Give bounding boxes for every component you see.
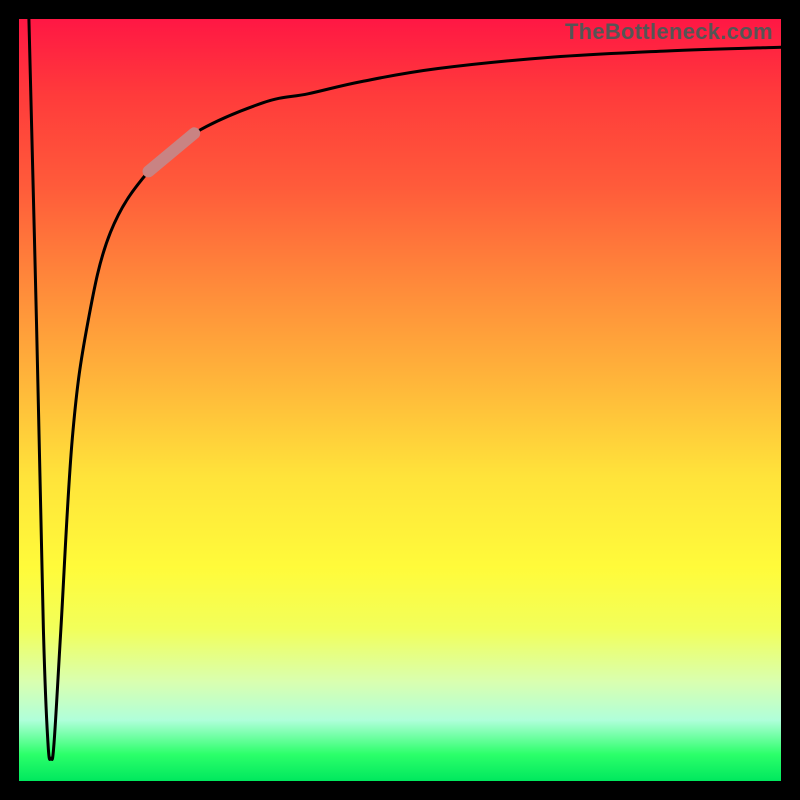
gradient-plot-area: TheBottleneck.com — [19, 19, 781, 781]
bottleneck-curve-path — [29, 19, 781, 759]
curve-layer — [19, 19, 781, 781]
highlighted-segment-path — [149, 133, 195, 171]
chart-container: TheBottleneck.com — [0, 0, 800, 800]
